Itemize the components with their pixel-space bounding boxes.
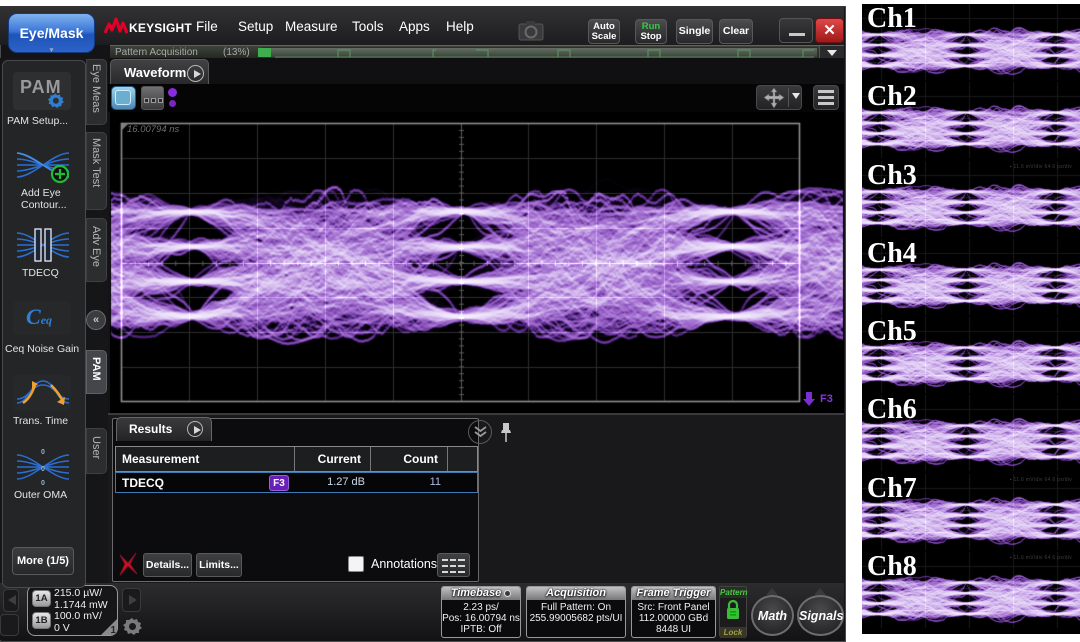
svg-text:0: 0 [41,480,45,485]
svg-text:0: 0 [41,466,45,473]
svg-text:0: 0 [41,449,45,456]
